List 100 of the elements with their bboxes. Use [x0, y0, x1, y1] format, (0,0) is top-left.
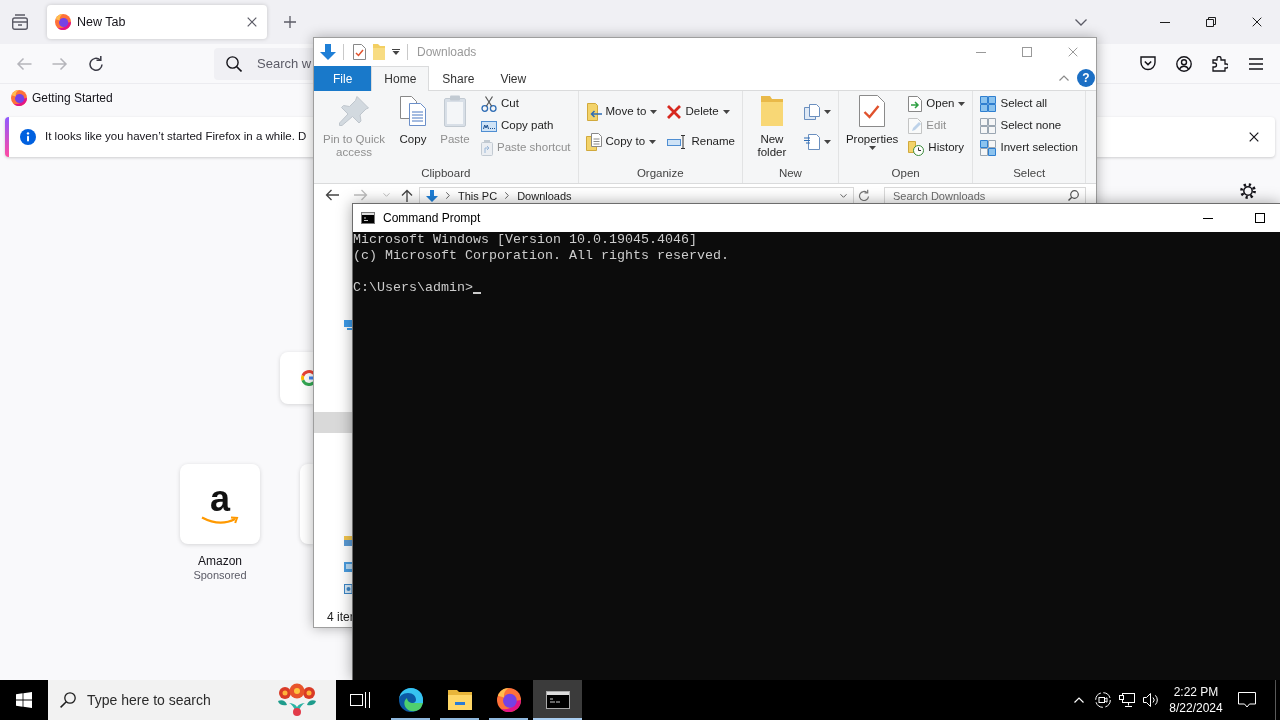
ribbon-button[interactable]: Properties: [843, 91, 901, 150]
group-label: Select: [1013, 166, 1046, 181]
minimize-icon: [1203, 217, 1213, 219]
ribbon-button[interactable]: Delete: [665, 101, 737, 123]
refresh-button[interactable]: [858, 187, 870, 203]
caret-icon: [649, 140, 657, 144]
document-check-icon: [859, 95, 886, 127]
settings-icon: [1240, 183, 1256, 199]
download-arrow-icon[interactable]: [320, 44, 336, 60]
menu-icon: [1249, 57, 1263, 70]
ribbon-button[interactable]: Select none: [978, 115, 1080, 137]
search-icon: [1068, 190, 1079, 201]
url-input[interactable]: Search w: [257, 55, 313, 72]
restore-icon: [1206, 17, 1216, 27]
clock-date[interactable]: 8/22/2024: [1169, 700, 1223, 716]
search-box[interactable]: Search Downloads: [884, 187, 1086, 203]
ribbon-button[interactable]: [801, 131, 833, 153]
rename-icon: [667, 135, 688, 149]
minimize-icon: [976, 51, 986, 53]
close-icon: [1249, 132, 1259, 142]
document-lines-icon: [803, 134, 820, 150]
settings-button[interactable]: [1240, 183, 1256, 199]
ribbon-button[interactable]: Invert selection: [978, 137, 1080, 159]
chevron-down-icon: [383, 193, 390, 197]
scissors-icon: [481, 96, 497, 112]
chevron-up-icon: [1059, 75, 1069, 81]
shortcut-tile[interactable]: [300, 464, 313, 544]
back-arrow-icon: [325, 189, 339, 201]
customize-caret-icon[interactable]: [392, 49, 400, 55]
breadcrumb-item[interactable]: This PC: [458, 188, 498, 203]
clock-time[interactable]: 2:22 PM: [1173, 684, 1219, 700]
search-input[interactable]: Type here to search: [87, 691, 257, 709]
window-title: Downloads: [417, 44, 477, 60]
window-panes-icon: [16, 692, 32, 708]
plus-icon: [284, 16, 296, 28]
folder-document-icon: [585, 133, 602, 151]
search-field[interactable]: [280, 352, 313, 404]
ribbon-button[interactable]: Cut: [479, 93, 573, 115]
breadcrumb-item[interactable]: Downloads: [517, 188, 572, 203]
ribbon-button[interactable]: Move to: [583, 101, 660, 123]
caret-icon: [650, 110, 658, 114]
info-icon: [20, 129, 36, 145]
search-input[interactable]: Search Downloads: [893, 188, 1068, 203]
url-bar[interactable]: Search w: [214, 47, 313, 80]
ribbon-button[interactable]: [801, 101, 833, 123]
document-check-icon[interactable]: [353, 44, 366, 60]
group-label: New: [778, 166, 802, 181]
shortcut-tile[interactable]: a: [180, 464, 260, 544]
search-icon: [60, 692, 76, 708]
download-arrow-icon: [426, 189, 438, 202]
browser-logo-icon: [11, 90, 27, 106]
logo-letter: a: [210, 483, 230, 514]
browser-tab[interactable]: New Tab: [47, 5, 267, 39]
monitor-icon: [344, 320, 352, 330]
close-icon: [1068, 47, 1078, 57]
chevron-right-icon: [505, 192, 510, 199]
chevron-down-icon[interactable]: [840, 193, 847, 198]
console-icon: [361, 212, 375, 224]
taskbar-app-button[interactable]: [533, 680, 582, 720]
search-box[interactable]: Type here to search: [48, 680, 336, 720]
file-menu-button[interactable]: File: [314, 66, 372, 91]
ribbon-button[interactable]: Copy: [395, 91, 431, 146]
document-pencil-icon: [908, 118, 923, 134]
ribbon-button[interactable]: Rename: [665, 131, 737, 153]
documents-icon: [803, 104, 820, 120]
chevron-down-icon: [1075, 18, 1087, 26]
caret-icon: [868, 146, 876, 150]
caret-icon: [823, 110, 831, 114]
ribbon-button[interactable]: Select all: [978, 93, 1080, 115]
ribbon-button[interactable]: History: [906, 137, 968, 159]
video-camera-icon: [1095, 692, 1111, 708]
search-icon: [226, 55, 242, 72]
ribbon-tab[interactable]: Share: [429, 66, 488, 91]
bookmark-link[interactable]: Getting Started: [11, 90, 113, 106]
network-icon: [1119, 693, 1135, 707]
ribbon-button[interactable]: New folder: [747, 91, 796, 159]
ribbon-button[interactable]: Copy path: [479, 115, 573, 137]
ribbon-tab[interactable]: Home: [371, 66, 430, 91]
help-button[interactable]: ?: [1077, 69, 1095, 87]
folder-icon: [447, 690, 472, 710]
console-icon: [545, 691, 570, 709]
ribbon-tab[interactable]: View: [487, 66, 540, 91]
notification-icon: [1238, 692, 1256, 708]
picture-icon: [344, 562, 352, 572]
x-mark-icon: [667, 105, 682, 119]
console-line: (c) Microsoft Corporation. All rights reserved.: [353, 248, 729, 264]
ribbon-button[interactable]: Open: [906, 93, 968, 115]
notification-text: It looks like you haven’t started Firefox in a while. D: [45, 130, 307, 144]
chevron-right-icon: [446, 192, 450, 199]
pushpin-icon: [338, 95, 370, 127]
up-button[interactable]: [401, 187, 413, 203]
ribbon-button[interactable]: Copy to: [583, 131, 660, 153]
back-button[interactable]: [325, 187, 339, 203]
forward-arrow-icon: [52, 56, 68, 71]
swirl-logo-icon: [398, 688, 423, 712]
shortcut-title: Amazon: [198, 554, 242, 568]
refresh-icon: [858, 189, 870, 201]
caret-icon: [722, 110, 730, 114]
caret-icon: [823, 140, 831, 144]
forward-arrow-icon: [354, 189, 368, 201]
